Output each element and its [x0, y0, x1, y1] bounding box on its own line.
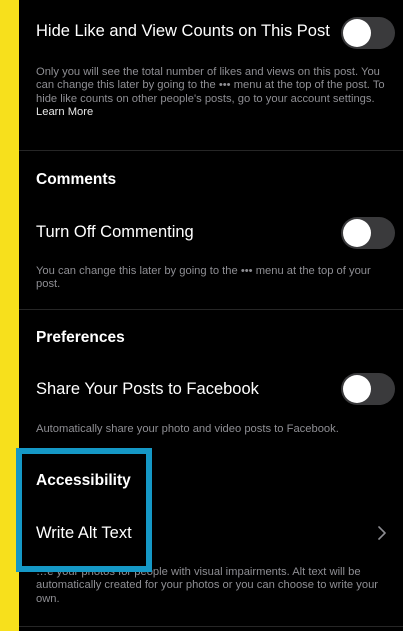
turn-off-commenting-label: Turn Off Commenting — [36, 223, 194, 241]
highlight-frame — [16, 448, 152, 572]
hide-counts-toggle[interactable] — [341, 17, 395, 49]
preferences-header: Preferences — [36, 329, 125, 346]
section-divider — [19, 150, 403, 151]
learn-more-link[interactable]: Learn More — [36, 106, 93, 118]
toggle-knob — [343, 19, 371, 47]
toggle-knob — [343, 375, 371, 403]
preferences-description: Automatically share your photo and video… — [36, 423, 339, 435]
share-facebook-label: Share Your Posts to Facebook — [36, 380, 259, 398]
hide-counts-description: Only you will see the total number of li… — [36, 66, 385, 118]
section-divider — [19, 626, 403, 627]
toggle-knob — [343, 219, 371, 247]
share-facebook-toggle[interactable] — [341, 373, 395, 405]
turn-off-commenting-toggle[interactable] — [341, 217, 395, 249]
comments-description: You can change this later by going to th… — [36, 265, 371, 291]
section-divider — [19, 309, 403, 310]
chevron-right-icon[interactable] — [373, 524, 391, 542]
comments-header: Comments — [36, 171, 117, 188]
hide-counts-label: Hide Like and View Counts on This Post — [36, 22, 330, 40]
